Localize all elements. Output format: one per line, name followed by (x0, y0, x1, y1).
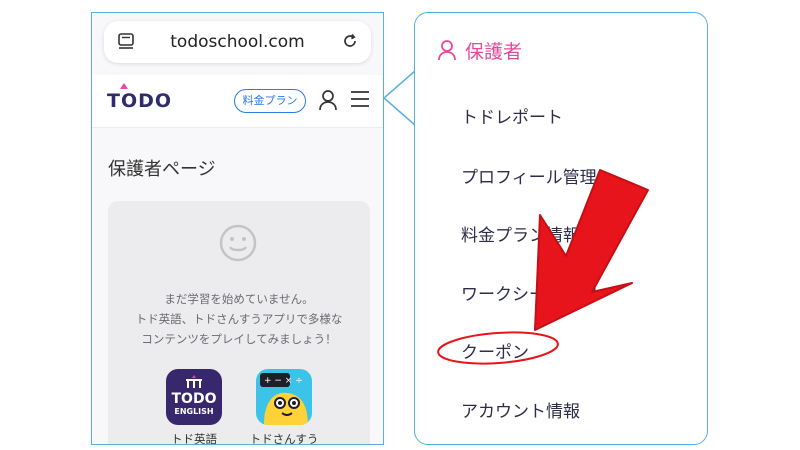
empty-state-message: まだ学習を始めていません。 トド英語、トドさんすうアプリで多様な コンテンツをプ… (108, 289, 370, 349)
browser-url-bar[interactable]: todoschool.com (104, 21, 371, 63)
pricing-plan-button[interactable]: 料金プラン (234, 89, 306, 113)
todo-english-label: トド英語 (171, 432, 217, 445)
empty-line-3: コンテンツをプレイしてみましょう！ (141, 332, 337, 346)
svg-text:+ − × ÷: + − × ÷ (264, 376, 303, 386)
todo-english-app[interactable]: TODO ENGLISH トド英語 (166, 369, 222, 444)
todo-math-label: トドさんすう (249, 432, 319, 445)
todo-logo[interactable]: TODO (107, 83, 172, 112)
empty-line-2: トド英語、トドさんすうアプリで多様な (135, 312, 343, 326)
hamburger-menu-icon[interactable] (350, 90, 370, 112)
menu-heading: 保護者 (438, 37, 523, 64)
phone-screen: todoschool.com TODO 料金プラン 保護者ページ まだ学習を始め… (91, 12, 384, 445)
menu-item-report[interactable]: トドレポート (461, 103, 563, 128)
todo-english-icon-text: TODO (171, 391, 217, 407)
menu-heading-text: 保護者 (465, 41, 523, 63)
menu-popup: 保護者 トドレポート プロフィール管理 料金プラン情報 ワークシート情報 クーポ… (414, 12, 708, 445)
menu-item-worksheet[interactable]: ワークシート情報 (461, 280, 597, 305)
page-title: 保護者ページ (108, 159, 216, 180)
menu-item-coupon[interactable]: クーポン (461, 338, 529, 363)
reload-icon[interactable] (341, 32, 359, 54)
empty-state-card: まだ学習を始めていません。 トド英語、トドさんすうアプリで多様な コンテンツをプ… (108, 201, 370, 444)
smile-icon (218, 223, 258, 267)
guardian-user-icon (437, 39, 457, 66)
todo-math-app-icon[interactable]: + − × ÷ (256, 369, 312, 425)
url-text[interactable]: todoschool.com (104, 32, 371, 52)
menu-item-profile[interactable]: プロフィール管理 (461, 163, 597, 188)
empty-line-1: まだ学習を始めていません。 (164, 292, 314, 306)
todo-math-app[interactable]: + − × ÷ トドさんすう (250, 369, 318, 444)
user-icon[interactable] (318, 89, 338, 115)
todo-english-icon-subtext: ENGLISH (174, 407, 214, 416)
app-header: TODO 料金プラン (92, 75, 383, 128)
menu-item-plan-info[interactable]: 料金プラン情報 (461, 221, 580, 246)
todo-english-app-icon[interactable]: TODO ENGLISH (166, 369, 222, 425)
bubble-tail (384, 70, 417, 127)
menu-item-account[interactable]: アカウント情報 (461, 397, 580, 422)
